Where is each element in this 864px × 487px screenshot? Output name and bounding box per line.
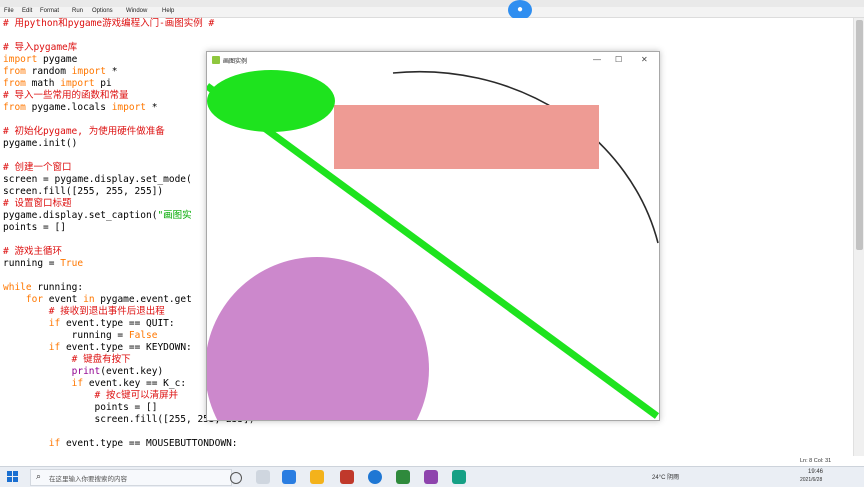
code-line[interactable]: # 初始化pygame, 为使用硬件做准备 xyxy=(3,126,165,138)
taskbar-app-icon[interactable] xyxy=(282,470,296,484)
code-line[interactable]: # 设置窗口标题 xyxy=(3,198,71,210)
code-line[interactable]: print(event.key) xyxy=(3,366,164,378)
code-line[interactable]: screen = pygame.display.set_mode( xyxy=(3,174,192,186)
browser-icon[interactable] xyxy=(368,470,382,484)
menu-file[interactable]: File xyxy=(4,8,14,14)
pygame-canvas[interactable] xyxy=(207,68,659,420)
green-ellipse xyxy=(207,70,335,132)
code-line[interactable]: # 创建一个窗口 xyxy=(3,162,71,174)
code-line[interactable]: import pygame xyxy=(3,54,77,66)
close-button[interactable]: ✕ xyxy=(641,55,648,64)
code-line[interactable]: points = [] xyxy=(3,402,158,414)
menu-help[interactable]: Help xyxy=(162,8,174,14)
task-view-icon[interactable] xyxy=(230,472,242,484)
menu-run[interactable]: Run xyxy=(72,8,83,14)
code-line[interactable]: pygame.init() xyxy=(3,138,77,150)
code-line[interactable]: points = [] xyxy=(3,222,66,234)
editor-scrollbar[interactable] xyxy=(853,18,864,456)
editor-titlebar xyxy=(0,0,864,7)
taskbar-app-icon[interactable] xyxy=(396,470,410,484)
clock-time[interactable]: 19:46 xyxy=(808,469,823,475)
code-line[interactable]: for event in pygame.event.get xyxy=(3,294,192,306)
menu-window[interactable]: Window xyxy=(126,8,147,14)
taskbar-app-icon[interactable] xyxy=(424,470,438,484)
code-line[interactable]: from pygame.locals import * xyxy=(3,102,157,114)
code-line[interactable]: from math import pi xyxy=(3,78,112,90)
taskbar-app-icon[interactable] xyxy=(340,470,354,484)
code-line[interactable]: # 游戏主循环 xyxy=(3,246,62,258)
code-line[interactable]: # 按c键可以清屏并 xyxy=(3,390,179,402)
pygame-titlebar[interactable]: 画图实例 — ☐ ✕ xyxy=(207,52,659,68)
purple-circle xyxy=(207,257,429,420)
pygame-app-icon xyxy=(212,56,220,64)
code-line[interactable]: screen.fill([255, 255, 255]) xyxy=(3,186,163,198)
floating-record-button[interactable]: ● xyxy=(508,0,532,20)
salmon-rectangle xyxy=(334,105,599,169)
search-placeholder: 在这里输入你要搜索的内容 xyxy=(49,476,127,483)
code-line[interactable]: # 接收到退出事件后退出程 xyxy=(3,306,165,318)
taskbar-app-icon[interactable] xyxy=(256,470,270,484)
code-line[interactable]: running = False xyxy=(3,330,158,342)
code-line[interactable]: # 导入一些常用的函数和常量 xyxy=(3,90,128,102)
menu-edit[interactable]: Edit xyxy=(22,8,32,14)
search-icon: ⌕ xyxy=(36,471,42,481)
code-line[interactable]: if event.type == KEYDOWN: xyxy=(3,342,192,354)
scroll-thumb[interactable] xyxy=(856,20,863,250)
code-line[interactable]: if event.key == K_c: xyxy=(3,378,186,390)
weather-indicator[interactable]: 24°C 阴雨 xyxy=(652,472,679,481)
start-button[interactable] xyxy=(7,471,19,483)
code-line[interactable]: pygame.display.set_caption("画图实 xyxy=(3,210,192,222)
pygame-window-title: 画图实例 xyxy=(223,59,248,65)
maximize-button[interactable]: ☐ xyxy=(615,55,622,64)
code-line[interactable]: while running: xyxy=(3,282,83,294)
editor-menubar: File Edit Format Run Options Window Help xyxy=(0,7,864,18)
pygame-window[interactable]: 画图实例 — ☐ ✕ xyxy=(206,51,660,421)
minimize-button[interactable]: — xyxy=(593,55,601,64)
drawing-surface xyxy=(207,70,659,420)
code-line[interactable]: if event.type == MOUSEBUTTONDOWN: xyxy=(3,438,238,450)
taskbar-app-icon[interactable] xyxy=(452,470,466,484)
taskbar-search-box[interactable]: ⌕ 在这里输入你要搜索的内容 xyxy=(30,469,232,486)
code-line[interactable]: # 键盘有按下 xyxy=(3,354,131,366)
code-line[interactable]: if event.type == QUIT: xyxy=(3,318,175,330)
taskbar: ⌕ 在这里输入你要搜索的内容 24°C 阴雨 19:46 2021/6/28 xyxy=(0,466,864,487)
code-line[interactable]: from random import * xyxy=(3,66,117,78)
code-line[interactable]: # 用python和pygame游戏编程入门-画图实例 # xyxy=(3,18,214,30)
code-line[interactable]: running = True xyxy=(3,258,83,270)
code-line[interactable]: # 导入pygame库 xyxy=(3,42,77,54)
file-explorer-icon[interactable] xyxy=(310,470,324,484)
clock-date[interactable]: 2021/6/28 xyxy=(800,477,822,483)
editor-status: Ln: 8 Col: 31 xyxy=(800,458,832,464)
menu-options[interactable]: Options xyxy=(92,8,113,14)
menu-format[interactable]: Format xyxy=(40,8,59,14)
